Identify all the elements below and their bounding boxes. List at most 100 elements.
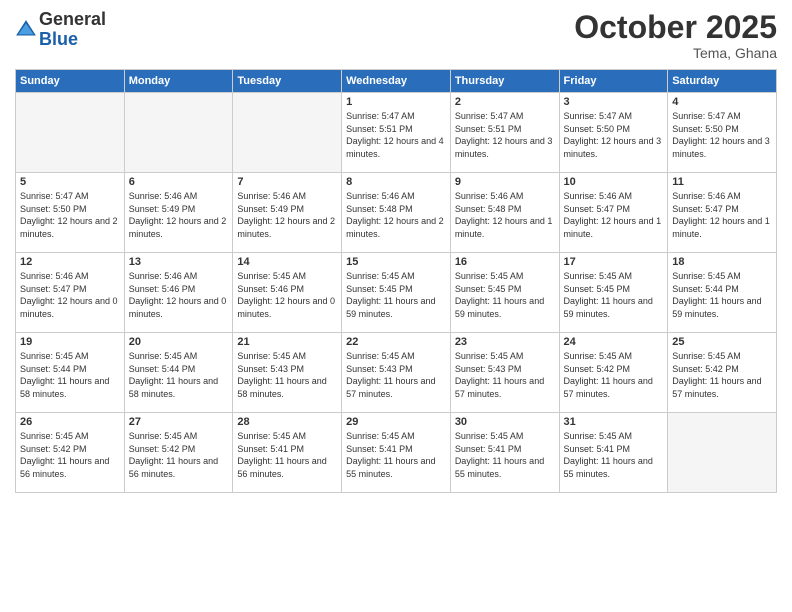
day-number: 4 <box>672 96 772 108</box>
day-cell-11: 11 Sunrise: 5:46 AM Sunset: 5:47 PM Dayl… <box>668 173 777 253</box>
day-number: 13 <box>129 256 229 268</box>
day-cell-22: 22 Sunrise: 5:45 AM Sunset: 5:43 PM Dayl… <box>342 333 451 413</box>
day-number: 24 <box>564 336 664 348</box>
col-monday: Monday <box>124 70 233 93</box>
day-cell-2: 2 Sunrise: 5:47 AM Sunset: 5:51 PM Dayli… <box>450 93 559 173</box>
day-info: Sunrise: 5:46 AM Sunset: 5:48 PM Dayligh… <box>455 190 555 240</box>
day-cell-8: 8 Sunrise: 5:46 AM Sunset: 5:48 PM Dayli… <box>342 173 451 253</box>
day-cell-24: 24 Sunrise: 5:45 AM Sunset: 5:42 PM Dayl… <box>559 333 668 413</box>
day-info: Sunrise: 5:45 AM Sunset: 5:41 PM Dayligh… <box>237 430 337 480</box>
calendar-container: General Blue October 2025 Tema, Ghana Su… <box>0 0 792 612</box>
col-thursday: Thursday <box>450 70 559 93</box>
day-cell-23: 23 Sunrise: 5:45 AM Sunset: 5:43 PM Dayl… <box>450 333 559 413</box>
day-number: 3 <box>564 96 664 108</box>
day-info: Sunrise: 5:45 AM Sunset: 5:41 PM Dayligh… <box>455 430 555 480</box>
day-cell-29: 29 Sunrise: 5:45 AM Sunset: 5:41 PM Dayl… <box>342 413 451 493</box>
day-cell-7: 7 Sunrise: 5:46 AM Sunset: 5:49 PM Dayli… <box>233 173 342 253</box>
day-cell-26: 26 Sunrise: 5:45 AM Sunset: 5:42 PM Dayl… <box>16 413 125 493</box>
day-number: 16 <box>455 256 555 268</box>
day-number: 15 <box>346 256 446 268</box>
day-info: Sunrise: 5:45 AM Sunset: 5:42 PM Dayligh… <box>564 350 664 400</box>
day-info: Sunrise: 5:45 AM Sunset: 5:42 PM Dayligh… <box>20 430 120 480</box>
day-info: Sunrise: 5:47 AM Sunset: 5:51 PM Dayligh… <box>455 110 555 160</box>
col-friday: Friday <box>559 70 668 93</box>
day-info: Sunrise: 5:46 AM Sunset: 5:49 PM Dayligh… <box>237 190 337 240</box>
calendar-table: Sunday Monday Tuesday Wednesday Thursday… <box>15 69 777 493</box>
day-number: 23 <box>455 336 555 348</box>
day-number: 21 <box>237 336 337 348</box>
day-info: Sunrise: 5:46 AM Sunset: 5:47 PM Dayligh… <box>20 270 120 320</box>
day-number: 6 <box>129 176 229 188</box>
day-cell-1: 1 Sunrise: 5:47 AM Sunset: 5:51 PM Dayli… <box>342 93 451 173</box>
day-number: 2 <box>455 96 555 108</box>
day-cell-21: 21 Sunrise: 5:45 AM Sunset: 5:43 PM Dayl… <box>233 333 342 413</box>
day-number: 30 <box>455 416 555 428</box>
day-cell-31: 31 Sunrise: 5:45 AM Sunset: 5:41 PM Dayl… <box>559 413 668 493</box>
day-number: 19 <box>20 336 120 348</box>
week-row-4: 19 Sunrise: 5:45 AM Sunset: 5:44 PM Dayl… <box>16 333 777 413</box>
day-cell-empty <box>668 413 777 493</box>
day-number: 8 <box>346 176 446 188</box>
day-cell-17: 17 Sunrise: 5:45 AM Sunset: 5:45 PM Dayl… <box>559 253 668 333</box>
day-info: Sunrise: 5:45 AM Sunset: 5:45 PM Dayligh… <box>455 270 555 320</box>
week-row-2: 5 Sunrise: 5:47 AM Sunset: 5:50 PM Dayli… <box>16 173 777 253</box>
day-number: 25 <box>672 336 772 348</box>
day-cell-6: 6 Sunrise: 5:46 AM Sunset: 5:49 PM Dayli… <box>124 173 233 253</box>
day-number: 26 <box>20 416 120 428</box>
day-cell-13: 13 Sunrise: 5:46 AM Sunset: 5:46 PM Dayl… <box>124 253 233 333</box>
day-info: Sunrise: 5:47 AM Sunset: 5:50 PM Dayligh… <box>672 110 772 160</box>
day-cell-18: 18 Sunrise: 5:45 AM Sunset: 5:44 PM Dayl… <box>668 253 777 333</box>
calendar-header-row: Sunday Monday Tuesday Wednesday Thursday… <box>16 70 777 93</box>
day-info: Sunrise: 5:47 AM Sunset: 5:51 PM Dayligh… <box>346 110 446 160</box>
day-number: 12 <box>20 256 120 268</box>
day-cell-9: 9 Sunrise: 5:46 AM Sunset: 5:48 PM Dayli… <box>450 173 559 253</box>
day-number: 27 <box>129 416 229 428</box>
day-info: Sunrise: 5:45 AM Sunset: 5:44 PM Dayligh… <box>20 350 120 400</box>
logo-blue-text: Blue <box>39 29 78 49</box>
day-number: 31 <box>564 416 664 428</box>
day-info: Sunrise: 5:46 AM Sunset: 5:47 PM Dayligh… <box>564 190 664 240</box>
day-info: Sunrise: 5:46 AM Sunset: 5:46 PM Dayligh… <box>129 270 229 320</box>
day-info: Sunrise: 5:45 AM Sunset: 5:42 PM Dayligh… <box>129 430 229 480</box>
day-cell-27: 27 Sunrise: 5:45 AM Sunset: 5:42 PM Dayl… <box>124 413 233 493</box>
logo: General Blue <box>15 10 106 50</box>
day-info: Sunrise: 5:45 AM Sunset: 5:44 PM Dayligh… <box>672 270 772 320</box>
day-number: 17 <box>564 256 664 268</box>
day-cell-4: 4 Sunrise: 5:47 AM Sunset: 5:50 PM Dayli… <box>668 93 777 173</box>
day-number: 11 <box>672 176 772 188</box>
day-cell-19: 19 Sunrise: 5:45 AM Sunset: 5:44 PM Dayl… <box>16 333 125 413</box>
day-info: Sunrise: 5:46 AM Sunset: 5:48 PM Dayligh… <box>346 190 446 240</box>
logo-general-text: General <box>39 9 106 29</box>
day-cell-16: 16 Sunrise: 5:45 AM Sunset: 5:45 PM Dayl… <box>450 253 559 333</box>
day-info: Sunrise: 5:45 AM Sunset: 5:45 PM Dayligh… <box>564 270 664 320</box>
day-cell-5: 5 Sunrise: 5:47 AM Sunset: 5:50 PM Dayli… <box>16 173 125 253</box>
day-cell-14: 14 Sunrise: 5:45 AM Sunset: 5:46 PM Dayl… <box>233 253 342 333</box>
day-cell-20: 20 Sunrise: 5:45 AM Sunset: 5:44 PM Dayl… <box>124 333 233 413</box>
day-info: Sunrise: 5:46 AM Sunset: 5:49 PM Dayligh… <box>129 190 229 240</box>
day-info: Sunrise: 5:47 AM Sunset: 5:50 PM Dayligh… <box>20 190 120 240</box>
week-row-1: 1 Sunrise: 5:47 AM Sunset: 5:51 PM Dayli… <box>16 93 777 173</box>
day-cell-12: 12 Sunrise: 5:46 AM Sunset: 5:47 PM Dayl… <box>16 253 125 333</box>
day-cell-empty <box>124 93 233 173</box>
day-number: 18 <box>672 256 772 268</box>
day-number: 10 <box>564 176 664 188</box>
day-info: Sunrise: 5:45 AM Sunset: 5:43 PM Dayligh… <box>455 350 555 400</box>
col-tuesday: Tuesday <box>233 70 342 93</box>
day-cell-30: 30 Sunrise: 5:45 AM Sunset: 5:41 PM Dayl… <box>450 413 559 493</box>
day-cell-25: 25 Sunrise: 5:45 AM Sunset: 5:42 PM Dayl… <box>668 333 777 413</box>
logo-icon <box>15 19 37 41</box>
month-title: October 2025 <box>574 10 777 45</box>
day-cell-28: 28 Sunrise: 5:45 AM Sunset: 5:41 PM Dayl… <box>233 413 342 493</box>
day-number: 29 <box>346 416 446 428</box>
day-info: Sunrise: 5:45 AM Sunset: 5:46 PM Dayligh… <box>237 270 337 320</box>
col-sunday: Sunday <box>16 70 125 93</box>
day-number: 1 <box>346 96 446 108</box>
title-block: October 2025 Tema, Ghana <box>574 10 777 61</box>
day-info: Sunrise: 5:45 AM Sunset: 5:44 PM Dayligh… <box>129 350 229 400</box>
day-number: 5 <box>20 176 120 188</box>
day-cell-3: 3 Sunrise: 5:47 AM Sunset: 5:50 PM Dayli… <box>559 93 668 173</box>
header: General Blue October 2025 Tema, Ghana <box>15 10 777 61</box>
day-info: Sunrise: 5:45 AM Sunset: 5:43 PM Dayligh… <box>237 350 337 400</box>
day-number: 22 <box>346 336 446 348</box>
col-saturday: Saturday <box>668 70 777 93</box>
